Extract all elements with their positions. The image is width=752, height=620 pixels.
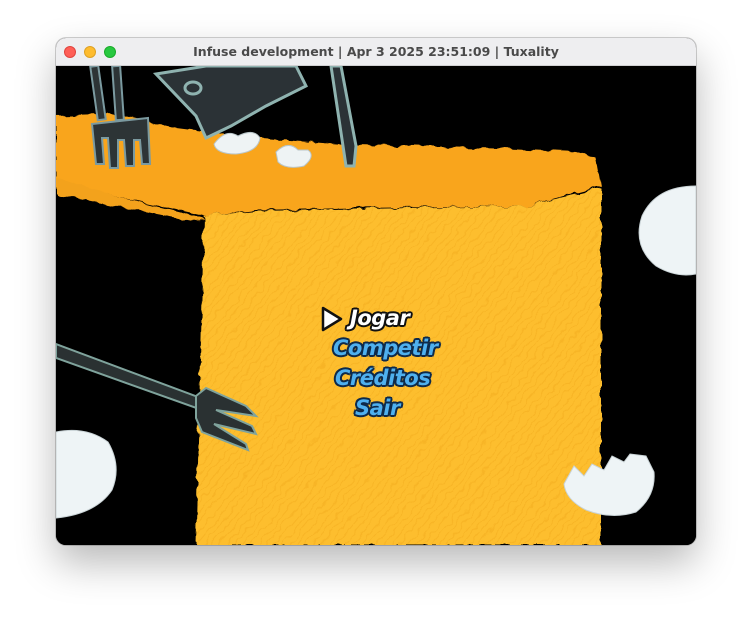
app-window: Infuse development | Apr 3 2025 23:51:09… <box>56 38 696 545</box>
menu-item-creditos[interactable]: Créditos <box>335 366 431 390</box>
game-canvas[interactable]: Jogar Competir Créditos Sair <box>56 66 696 545</box>
menu-item-sair[interactable]: Sair <box>355 396 400 420</box>
title-bar: Infuse development | Apr 3 2025 23:51:09… <box>56 38 696 66</box>
menu-item-jogar[interactable]: Jogar <box>350 306 410 330</box>
window-title: Infuse development | Apr 3 2025 23:51:09… <box>193 44 559 59</box>
menu-item-competir[interactable]: Competir <box>333 336 438 360</box>
play-arrow-icon <box>321 306 343 332</box>
